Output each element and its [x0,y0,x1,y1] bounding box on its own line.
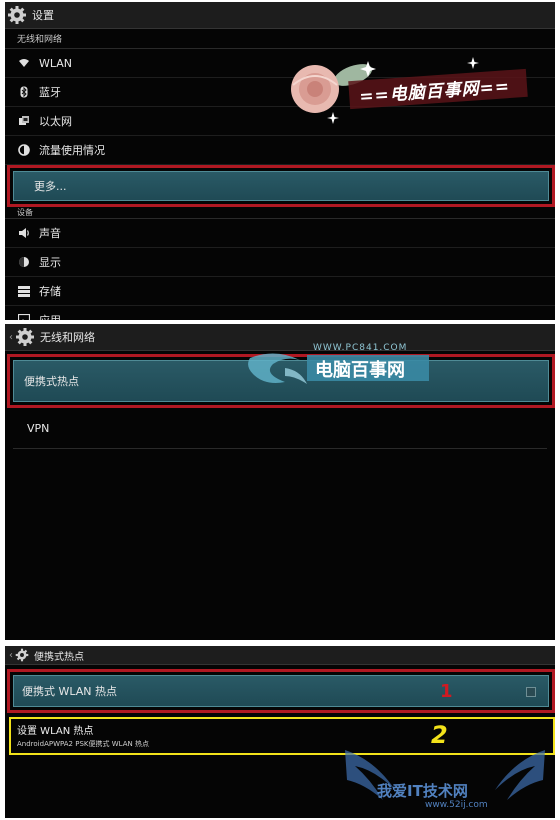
title-bar: ‹ 无线和网络 [5,324,555,351]
data-usage-icon [17,143,31,157]
hotspot-toggle-checkbox[interactable] [526,687,536,697]
settings-gear-icon[interactable] [15,648,29,662]
setup-hotspot-title: 设置 WLAN 热点 [17,726,94,737]
section-header-device: 设备 [5,207,555,219]
settings-item-display[interactable]: 显示 [5,248,555,277]
settings-item-label: WLAN [39,56,73,70]
settings-item-more[interactable]: 更多... [13,171,549,201]
highlight-frame-more: 更多... [7,165,555,207]
section-header-wireless: 无线和网络 [5,29,555,49]
ethernet-icon [17,114,31,128]
settings-item-vpn[interactable]: VPN [13,408,547,449]
settings-gear-icon[interactable] [7,5,27,25]
back-chevron-icon[interactable]: ‹ [5,332,13,343]
title-bar: 设置 [5,2,555,29]
display-icon [17,255,31,269]
highlight-frame-hotspot: 便携式热点 [7,354,555,408]
settings-item-sound[interactable]: 声音 [5,219,555,248]
bluetooth-icon [17,85,31,99]
settings-item-label: 以太网 [39,115,72,128]
title-bar: ‹ 便携式热点 [5,646,555,665]
wifi-icon [17,56,31,70]
settings-item-apps[interactable]: 应用 [5,306,555,320]
settings-item-ethernet[interactable]: 以太网 [5,107,555,136]
watermark-site-text: www.52ij.com [425,800,488,810]
highlight-frame-portable-wlan: 便携式 WLAN 热点 1 [7,669,555,713]
settings-panel: 设置 无线和网络 WLAN 蓝牙 以太网 流量使用情况 更多... 设备 声音 … [5,2,555,320]
settings-item-setup-wlan-hotspot[interactable]: 设置 WLAN 热点 AndroidAPWPA2 PSK便携式 WLAN 热点 … [9,717,555,755]
settings-item-portable-hotspot[interactable]: 便携式热点 [13,360,549,402]
portable-hotspot-panel: ‹ 便携式热点 便携式 WLAN 热点 1 设置 WLAN 热点 Android… [5,646,555,818]
settings-item-label: VPN [27,421,50,435]
settings-gear-icon[interactable] [15,327,35,347]
sound-icon [17,226,31,240]
settings-item-label: 声音 [39,227,61,240]
back-chevron-icon[interactable]: ‹ [5,650,13,661]
apps-icon [17,313,31,320]
wireless-networks-panel: ‹ 无线和网络 便携式热点 VPN WWW.PC841.COM 电脑百事网 [5,324,555,640]
step-marker-2: 2 [431,721,448,749]
watermark-brand-text: 我爱IT技术网 [377,782,468,800]
settings-item-label: 流量使用情况 [39,144,105,157]
settings-item-wlan[interactable]: WLAN [5,49,555,78]
settings-item-label: 显示 [39,256,61,269]
page-title: 无线和网络 [40,331,95,344]
storage-icon [17,284,31,298]
settings-item-label: 更多... [34,180,67,193]
page-title: 设置 [32,9,54,22]
setup-hotspot-subtitle: AndroidAPWPA2 PSK便携式 WLAN 热点 [17,740,149,748]
settings-item-storage[interactable]: 存储 [5,277,555,306]
settings-item-label: 应用 [39,312,61,320]
settings-item-label: 蓝牙 [39,86,61,99]
settings-item-portable-wlan-hotspot[interactable]: 便携式 WLAN 热点 1 [13,675,549,707]
settings-item-label: 便携式 WLAN 热点 [22,685,118,698]
step-marker-1: 1 [440,681,453,702]
page-title: 便携式热点 [34,651,84,663]
settings-item-bluetooth[interactable]: 蓝牙 [5,78,555,107]
settings-item-data-usage[interactable]: 流量使用情况 [5,136,555,165]
settings-item-label: 存储 [39,285,61,298]
settings-item-label: 便携式热点 [24,375,79,388]
